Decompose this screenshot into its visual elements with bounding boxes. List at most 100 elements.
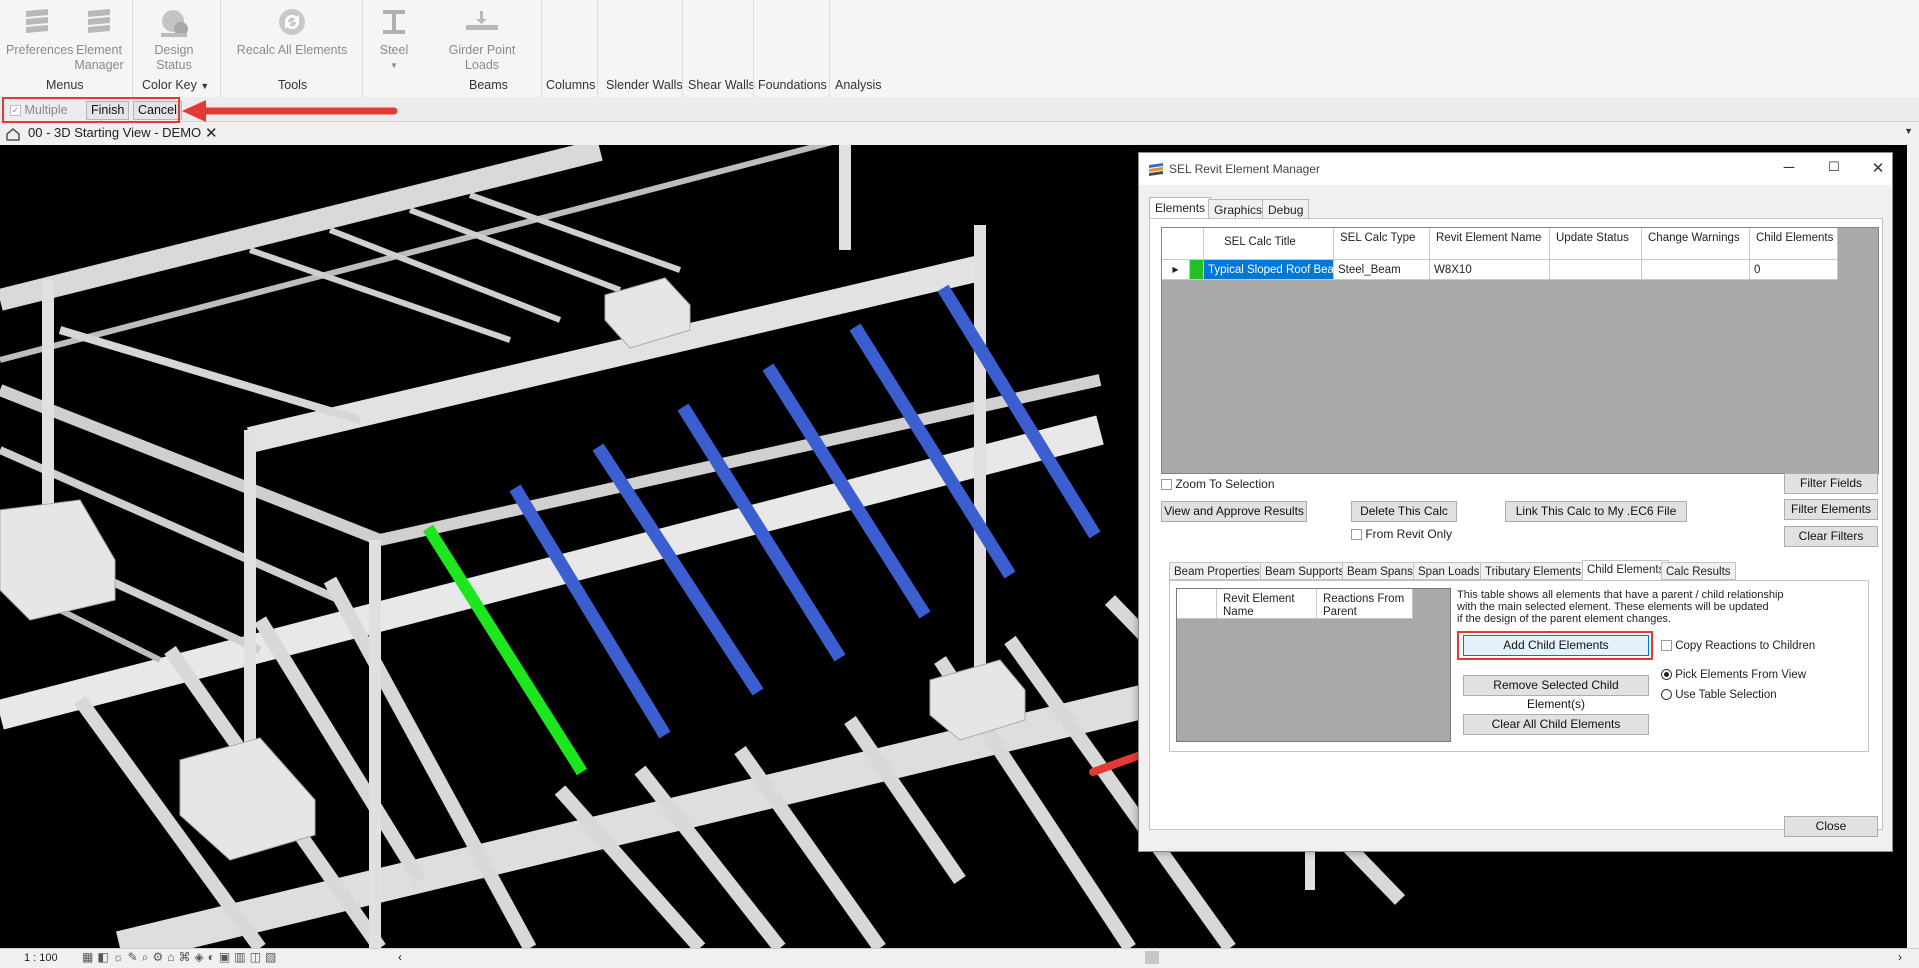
from-revit-only-checkbox[interactable]: From Revit Only — [1351, 527, 1452, 541]
preferences-button[interactable]: Preferences — [6, 5, 73, 58]
view-tab-bar — [0, 123, 1919, 145]
use-table-selection-radio[interactable]: Use Table Selection — [1661, 689, 1777, 701]
clear-child-elements-button[interactable]: Clear All Child Elements — [1463, 714, 1649, 735]
copy-reactions-label: Copy Reactions to Children — [1675, 640, 1816, 652]
element-manager-button[interactable]: Element Manager — [74, 5, 124, 73]
tab-shear-walls[interactable]: Shear Walls — [688, 78, 755, 92]
grid-header[interactable]: Change Warnings — [1642, 228, 1750, 260]
chevron-left-icon[interactable]: ‹ — [398, 950, 402, 964]
chevron-down-icon: ▼ — [390, 61, 398, 70]
subtab-beam-supports[interactable]: Beam Supports — [1260, 562, 1350, 580]
grid-cell[interactable]: W8X10 — [1430, 260, 1550, 280]
element-manager-icon — [88, 9, 110, 33]
zoom-to-selection-checkbox[interactable]: Zoom To Selection — [1161, 477, 1275, 491]
description-line: This table shows all elements that have … — [1457, 589, 1784, 601]
pick-from-view-radio[interactable]: Pick Elements From View — [1661, 669, 1806, 681]
girder-point-loads-button[interactable]: Girder Point Loads — [430, 5, 534, 73]
grid-header[interactable]: Child Elements — [1750, 228, 1838, 260]
element-manager-dialog: SEL Revit Element Manager ─ ☐ ✕ Elements… — [1138, 152, 1893, 852]
group-tools: Tools — [278, 78, 308, 92]
add-child-elements-button[interactable]: Add Child Elements — [1463, 635, 1649, 656]
grid-cell[interactable]: Typical Sloped Roof Beam — [1204, 260, 1334, 280]
grid-corner — [1162, 228, 1204, 260]
checkbox-box — [1661, 640, 1672, 652]
copy-reactions-checkbox[interactable]: Copy Reactions to Children — [1661, 640, 1815, 652]
ribbon-divider — [132, 0, 133, 97]
grid-header[interactable]: Revit Element Name — [1430, 228, 1550, 260]
maximize-icon[interactable]: ☐ — [1824, 159, 1844, 177]
close-button[interactable]: Close — [1784, 816, 1878, 837]
ribbon-divider — [682, 0, 683, 97]
filter-fields-button[interactable]: Filter Fields — [1784, 473, 1878, 494]
elements-grid[interactable]: SEL Calc Title SEL Calc Type Revit Eleme… — [1161, 227, 1879, 474]
horizontal-scroll-thumb[interactable] — [1145, 951, 1159, 964]
use-table-selection-label: Use Table Selection — [1675, 689, 1777, 701]
view-scale[interactable]: 1 : 100 — [24, 952, 58, 964]
grid-cell[interactable] — [1642, 260, 1750, 280]
group-menus: Menus — [46, 78, 84, 92]
girder-point-loads-icon — [466, 11, 498, 30]
subtab-calc-results[interactable]: Calc Results — [1661, 562, 1736, 580]
tab-analysis[interactable]: Analysis — [835, 78, 882, 92]
grid-header[interactable]: Update Status — [1550, 228, 1642, 260]
description-line: with the main selected element. These el… — [1457, 601, 1769, 613]
chevron-right-icon[interactable]: › — [1898, 950, 1902, 964]
minimize-icon[interactable]: ─ — [1779, 159, 1799, 177]
child-elements-table[interactable]: Revit Element Name Reactions From Parent — [1176, 588, 1451, 742]
color-key-label: Color Key — [142, 78, 197, 92]
design-status-button[interactable]: Design Status — [136, 5, 212, 73]
clear-filters-button[interactable]: Clear Filters — [1784, 526, 1878, 547]
tab-slender-walls[interactable]: Slender Walls — [606, 78, 683, 92]
grid-cell[interactable]: Steel_Beam — [1334, 260, 1430, 280]
status-color-cell — [1190, 260, 1204, 280]
subtab-tributary-elements[interactable]: Tributary Elements — [1480, 562, 1587, 580]
recalc-all-label: Recalc All Elements — [236, 43, 348, 57]
checkbox-box — [1161, 479, 1172, 491]
grid-header[interactable]: SEL Calc Type — [1334, 228, 1430, 260]
design-status-icon — [161, 10, 188, 37]
row-selector-icon[interactable]: ▶ — [1162, 260, 1190, 280]
ribbon-divider — [541, 0, 542, 97]
steel-beam-icon — [383, 10, 405, 34]
ribbon-divider — [597, 0, 598, 97]
grid-cell[interactable]: 0 — [1750, 260, 1838, 280]
recalc-all-button[interactable]: Recalc All Elements — [234, 5, 350, 58]
steel-button[interactable]: Steel ▼ — [372, 5, 416, 73]
remove-child-elements-button[interactable]: Remove Selected Child Element(s) — [1463, 675, 1649, 711]
view-approve-results-button[interactable]: View and Approve Results — [1161, 501, 1307, 522]
ribbon-divider — [362, 0, 363, 97]
tab-debug[interactable]: Debug — [1262, 199, 1310, 219]
grid-cell[interactable] — [1550, 260, 1642, 280]
subtab-child-elements[interactable]: Child Elements — [1582, 560, 1670, 580]
subtab-beam-spans[interactable]: Beam Spans — [1342, 562, 1418, 580]
app-logo-icon — [1149, 163, 1163, 176]
color-key-dropdown[interactable]: Color Key ▼ — [142, 78, 209, 92]
link-calc-button[interactable]: Link This Calc to My .EC6 File — [1505, 501, 1687, 522]
design-status-label: Design Status — [154, 43, 194, 72]
grid-header[interactable]: SEL Calc Title — [1204, 228, 1334, 260]
grid-header[interactable]: Revit Element Name — [1217, 589, 1317, 619]
grid-header[interactable]: Reactions From Parent — [1317, 589, 1413, 619]
preferences-icon — [26, 9, 48, 33]
view-control-icons[interactable]: ▦◧☼✎⌕⚙⌂⌘◈◐▣▥◫▨ — [82, 950, 280, 965]
close-view-icon[interactable]: ✕ — [205, 124, 218, 142]
group-beams: Beams — [469, 78, 508, 92]
tab-elements[interactable]: Elements — [1149, 197, 1212, 219]
tab-graphics[interactable]: Graphics — [1208, 199, 1269, 219]
filter-elements-button[interactable]: Filter Elements — [1784, 499, 1878, 520]
tab-columns[interactable]: Columns — [546, 78, 595, 92]
subtab-beam-properties[interactable]: Beam Properties — [1169, 562, 1265, 580]
view-vertical-scrollbar[interactable] — [1907, 145, 1919, 948]
checkbox-box — [1351, 529, 1362, 541]
close-icon[interactable]: ✕ — [1868, 159, 1888, 177]
steel-label: Steel — [379, 43, 409, 57]
tab-foundations[interactable]: Foundations — [758, 78, 827, 92]
view-tab-title[interactable]: 00 - 3D Starting View - DEMO — [28, 125, 201, 140]
ribbon-divider — [220, 0, 221, 97]
home-icon[interactable] — [5, 127, 21, 141]
view-menu-chevron-icon[interactable]: ▼ — [1904, 126, 1913, 136]
recalc-icon — [279, 9, 305, 35]
radio-selected-icon — [1661, 669, 1672, 681]
delete-calc-button[interactable]: Delete This Calc — [1351, 501, 1457, 522]
subtab-span-loads[interactable]: Span Loads — [1413, 562, 1485, 580]
